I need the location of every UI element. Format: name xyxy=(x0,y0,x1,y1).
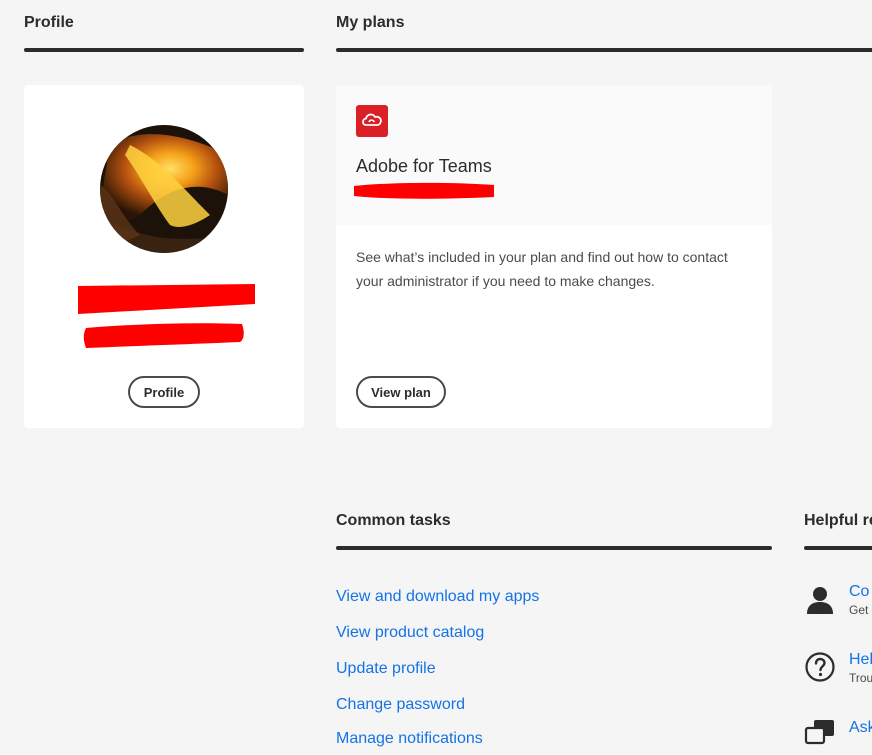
plan-card: Adobe for Teams See what’s included in y… xyxy=(336,85,772,428)
plans-section-divider xyxy=(336,48,872,52)
helpful-resources-title: Helpful re xyxy=(804,512,872,529)
link-change-password[interactable]: Change password xyxy=(336,696,465,714)
plan-name: Adobe for Teams xyxy=(356,156,492,176)
person-icon xyxy=(804,584,836,616)
plan-card-header xyxy=(336,85,772,225)
creative-cloud-icon xyxy=(356,105,388,137)
plans-section-title: My plans xyxy=(336,14,405,31)
helpful-item-1-subtitle: Get xyxy=(849,603,869,617)
profile-section-divider xyxy=(24,48,304,52)
helpful-item-2-title[interactable]: Hel xyxy=(849,651,872,669)
helpful-item-2-subtitle: Trou xyxy=(849,671,872,685)
helpful-resources-divider xyxy=(804,546,872,550)
link-update-profile[interactable]: Update profile xyxy=(336,660,436,678)
plan-description: See what’s included in your plan and fin… xyxy=(356,249,728,289)
redacted-plan-mark xyxy=(354,182,494,199)
question-icon xyxy=(804,651,836,683)
chat-icon xyxy=(804,718,836,750)
profile-card: Profile xyxy=(24,85,304,428)
profile-section-title: Profile xyxy=(24,14,74,31)
avatar xyxy=(100,125,228,253)
common-tasks-divider xyxy=(336,546,772,550)
link-view-product-catalog[interactable]: View product catalog xyxy=(336,624,484,642)
helpful-item-3-title[interactable]: Ask xyxy=(849,719,872,737)
view-plan-button[interactable]: View plan xyxy=(356,376,446,408)
redacted-name-marks xyxy=(78,284,255,348)
profile-button[interactable]: Profile xyxy=(128,376,200,408)
link-manage-notifications[interactable]: Manage notifications xyxy=(336,730,483,748)
link-view-download-apps[interactable]: View and download my apps xyxy=(336,588,539,606)
helpful-item-1-title[interactable]: Co xyxy=(849,583,869,601)
common-tasks-title: Common tasks xyxy=(336,512,451,529)
